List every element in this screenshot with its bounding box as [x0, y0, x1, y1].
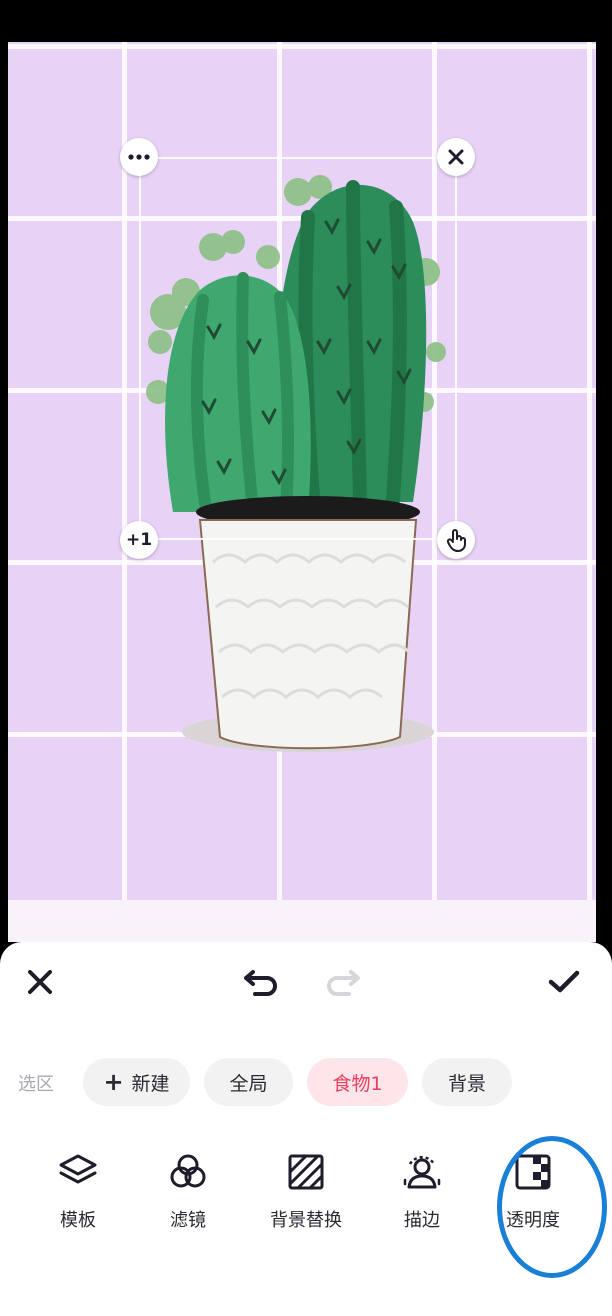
chip-background[interactable]: 背景	[422, 1058, 512, 1106]
transform-handle[interactable]	[437, 521, 475, 559]
tool-label: 模板	[60, 1210, 96, 1231]
canvas-bottom-strip	[8, 900, 596, 942]
tool-label: 背景替换	[270, 1210, 342, 1231]
person-outline-icon	[403, 1155, 441, 1189]
annotation-highlight-ring	[497, 1136, 607, 1278]
tool-outline[interactable]: 描边	[372, 1150, 472, 1240]
redo-icon	[327, 970, 360, 996]
hand-pointer-icon	[446, 529, 466, 552]
close-icon	[28, 970, 52, 994]
background-replace-icon	[288, 1154, 324, 1190]
selection-label: 选区	[18, 1074, 54, 1095]
selection-chips: 选区 + 新建 全局 食物1 背景	[0, 1058, 612, 1106]
plus-icon: +	[103, 1068, 124, 1096]
close-icon	[448, 149, 464, 165]
new-selection-label: 新建	[131, 1072, 170, 1095]
image-canvas[interactable]: +1	[8, 42, 596, 900]
undo-button[interactable]	[235, 956, 287, 1008]
tool-filter[interactable]: 滤镜	[138, 1150, 238, 1240]
more-dots-icon	[128, 154, 150, 160]
tool-template[interactable]: 模板	[28, 1150, 128, 1240]
tool-label: 滤镜	[170, 1210, 206, 1231]
status-bar	[0, 0, 612, 42]
checkmark-icon	[548, 970, 580, 993]
chip-food1-active[interactable]: 食物1	[307, 1058, 408, 1106]
chip-global[interactable]: 全局	[204, 1058, 293, 1106]
undo-icon	[244, 970, 277, 996]
tool-label: 描边	[404, 1210, 440, 1231]
layers-icon	[59, 1154, 97, 1184]
remove-selection-handle[interactable]	[437, 138, 475, 176]
cancel-button[interactable]	[14, 956, 66, 1008]
duplicate-handle[interactable]: +1	[120, 521, 158, 559]
filter-circles-icon	[170, 1154, 206, 1188]
new-selection-chip[interactable]: + 新建	[83, 1058, 190, 1106]
duplicate-label: +1	[125, 530, 153, 550]
selection-box[interactable]	[139, 157, 457, 540]
confirm-button[interactable]	[538, 956, 590, 1008]
redo-button[interactable]	[317, 956, 369, 1008]
tool-background-replace[interactable]: 背景替换	[256, 1150, 356, 1240]
more-options-handle[interactable]	[120, 138, 158, 176]
